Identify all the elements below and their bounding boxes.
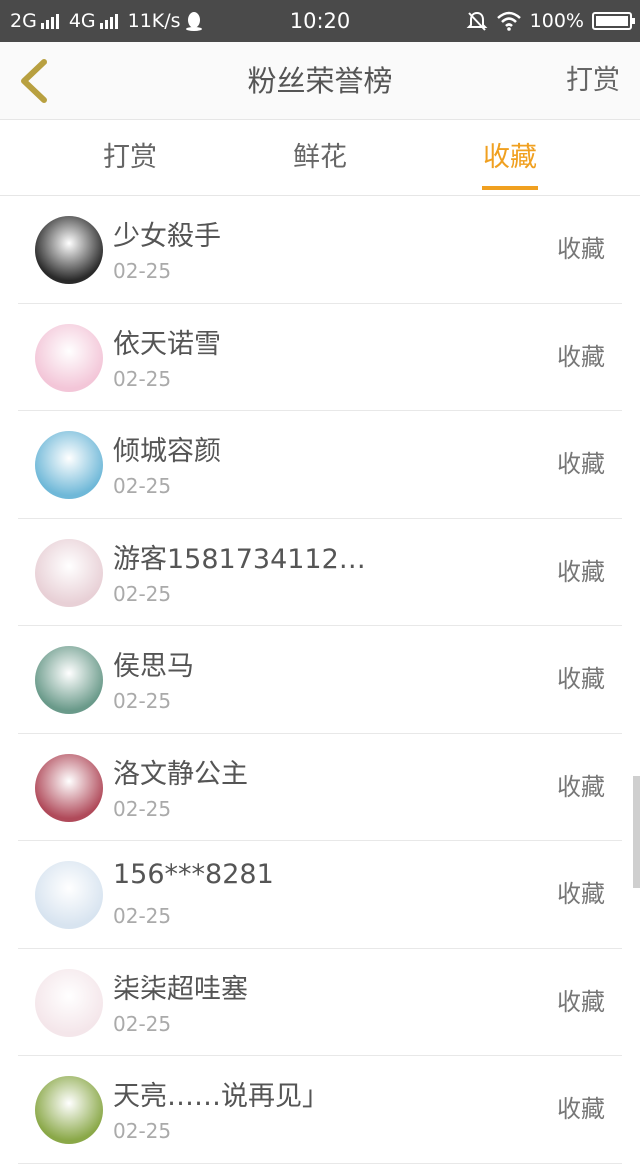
avatar[interactable] (35, 431, 103, 499)
network-4g-label: 4G (68, 10, 96, 32)
page-title: 粉丝荣誉榜 (247, 64, 393, 98)
fan-action-label: 收藏 (557, 772, 605, 801)
fan-date: 02-25 (113, 259, 172, 283)
fan-action-label: 收藏 (557, 235, 605, 263)
avatar[interactable] (35, 1076, 103, 1144)
fan-date: 02-25 (113, 689, 172, 713)
list-item[interactable]: 洛文静公主 02-25 收藏 (18, 734, 622, 841)
fan-date: 02-25 (113, 366, 172, 391)
fan-name: 游客1581734112… (113, 543, 366, 575)
avatar[interactable] (35, 861, 103, 929)
battery-icon (592, 12, 635, 30)
fan-date: 02-25 (113, 796, 172, 821)
mute-bell-icon (466, 11, 488, 31)
fan-list: 少女殺手 02-25 收藏 依天诺雪 02-25 收藏 倾城容颜 02-25 收藏 游客15817… (0, 196, 640, 1164)
avatar[interactable] (35, 968, 103, 1037)
fan-date: 02-25 (113, 581, 172, 606)
fan-action-label: 收藏 (557, 557, 605, 586)
fan-name: 倾城容颜 (113, 436, 221, 467)
battery-level (596, 16, 628, 26)
avatar[interactable] (35, 538, 103, 607)
fan-action-label: 收藏 (557, 450, 605, 478)
signal-icon (99, 13, 118, 29)
fan-name: 少女殺手 (113, 221, 221, 252)
fan-action-label: 收藏 (557, 1095, 605, 1123)
list-item[interactable]: 156***8281 02-25 收藏 (18, 841, 622, 949)
tab-tip[interactable]: 打赏 (70, 120, 190, 196)
list-item[interactable]: 少女殺手 02-25 收藏 (18, 196, 622, 304)
fan-action-label: 收藏 (557, 987, 605, 1016)
fan-action-label: 收藏 (557, 880, 605, 908)
app-header: 粉丝荣誉榜 打赏 (0, 42, 640, 120)
fan-action-label: 收藏 (557, 342, 605, 371)
battery-percent: 100% (529, 10, 584, 32)
status-right: 100% (466, 0, 635, 42)
avatar[interactable] (35, 323, 103, 392)
status-left: 2G 4G 11K/s (10, 0, 203, 42)
status-bar: 2G 4G 11K/s 10:20 100% (0, 0, 640, 42)
list-item[interactable]: 天亮……说再见」 02-25 收藏 (18, 1056, 622, 1164)
signal-icon (40, 13, 59, 29)
tip-button[interactable]: 打赏 (566, 42, 620, 120)
tab-favorites[interactable]: 收藏 (450, 120, 570, 196)
fan-date: 02-25 (113, 904, 172, 928)
fan-name: 柒柒超哇塞 (113, 973, 248, 1005)
fan-name: 天亮……说再见」 (113, 1081, 329, 1112)
active-tab-indicator (482, 186, 538, 190)
avatar[interactable] (35, 646, 103, 714)
wifi-icon (496, 11, 521, 31)
fan-name: 依天诺雪 (113, 328, 221, 360)
list-item[interactable]: 依天诺雪 02-25 收藏 (18, 304, 622, 411)
list-item[interactable]: 游客1581734112… 02-25 收藏 (18, 519, 622, 626)
fan-date: 02-25 (113, 1119, 172, 1143)
network-2g-label: 2G (10, 10, 37, 32)
fan-date: 02-25 (113, 474, 172, 498)
qq-penguin-icon (185, 12, 202, 31)
tab-bar: 打赏 鲜花 收藏 (0, 120, 640, 196)
fan-name: 洛文静公主 (113, 758, 248, 790)
list-item[interactable]: 柒柒超哇塞 02-25 收藏 (18, 949, 622, 1056)
avatar[interactable] (35, 753, 103, 822)
fan-date: 02-25 (113, 1011, 172, 1036)
fan-action-label: 收藏 (557, 665, 605, 693)
list-item[interactable]: 倾城容颜 02-25 收藏 (18, 411, 622, 519)
network-speed: 11K/s (127, 10, 181, 32)
avatar[interactable] (35, 216, 103, 284)
fan-name: 156***8281 (113, 859, 274, 890)
tab-favorites-label: 收藏 (483, 142, 537, 173)
tab-flowers[interactable]: 鲜花 (260, 120, 380, 196)
fan-name: 侯思马 (113, 651, 194, 682)
list-item[interactable]: 侯思马 02-25 收藏 (18, 626, 622, 734)
scrollbar[interactable] (633, 776, 640, 888)
